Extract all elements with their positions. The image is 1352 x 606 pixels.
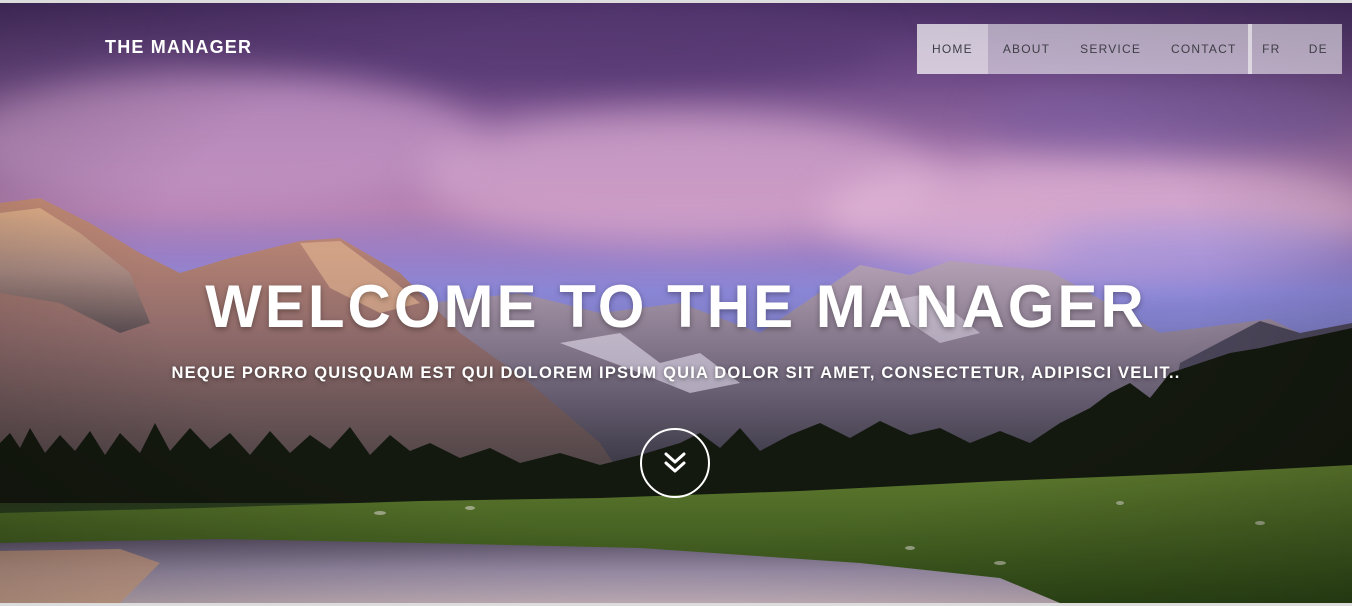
nav-item-service[interactable]: SERVICE [1065, 24, 1156, 74]
nav-item-about[interactable]: ABOUT [988, 24, 1065, 74]
nav-item-home[interactable]: HOME [917, 24, 988, 74]
main-nav: HOME ABOUT SERVICE CONTACT [917, 24, 1252, 74]
double-chevron-down-icon [664, 452, 686, 473]
hero-headline: WELCOME TO THE MANAGER [205, 273, 1147, 340]
nav-item-contact[interactable]: CONTACT [1156, 24, 1252, 74]
brand-logo[interactable]: THE MANAGER [105, 37, 252, 58]
scroll-down-button[interactable] [640, 428, 710, 498]
hero-subheadline: NEQUE PORRO QUISQUAM EST QUI DOLOREM IPS… [171, 364, 1181, 382]
language-fr[interactable]: FR [1262, 42, 1280, 56]
language-de[interactable]: DE [1309, 42, 1328, 56]
language-switcher: FR DE [1248, 24, 1342, 74]
